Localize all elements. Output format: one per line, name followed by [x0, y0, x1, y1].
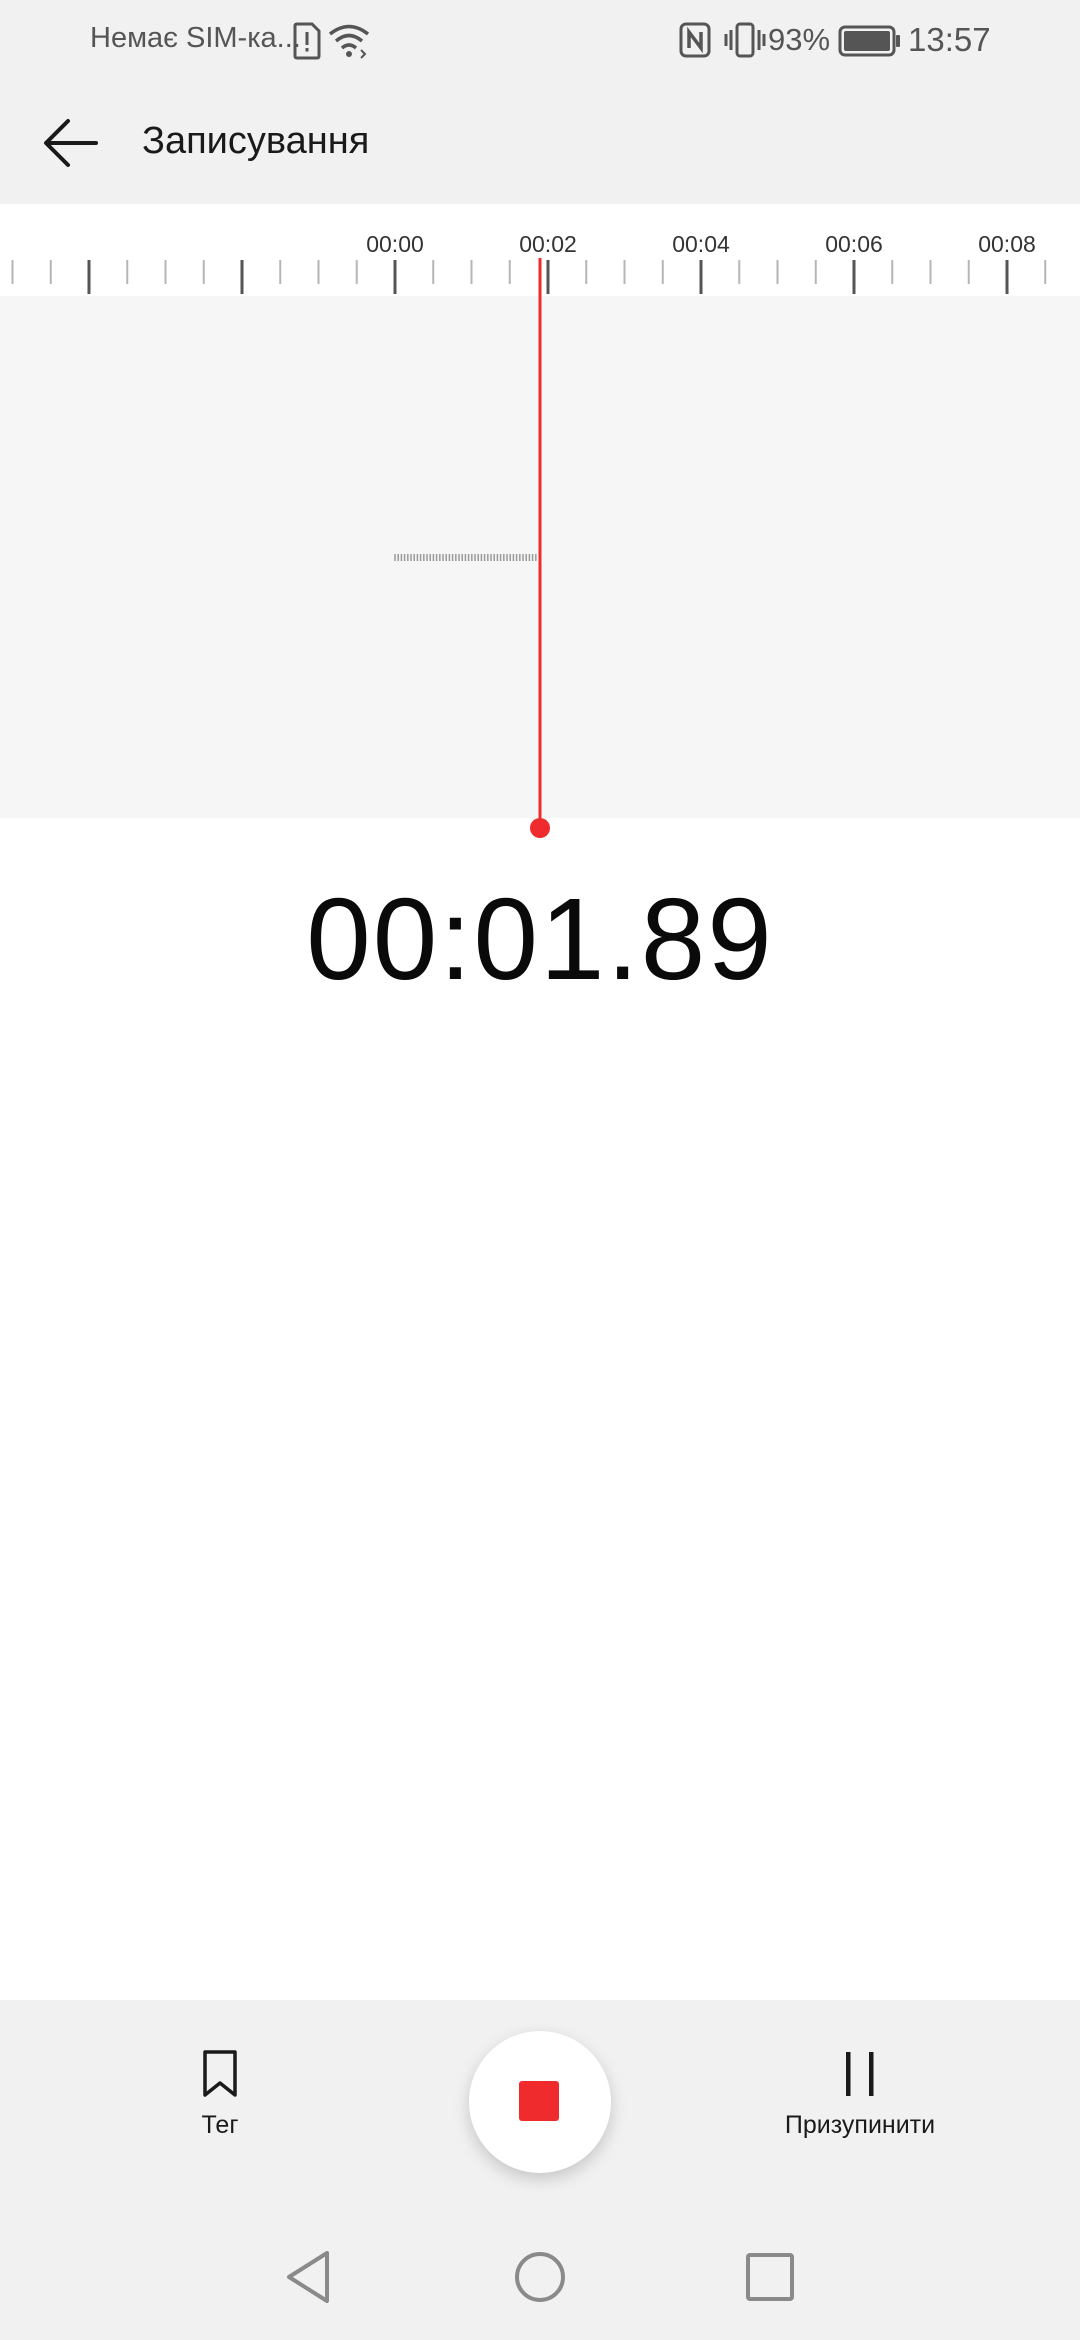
timeline-ruler[interactable]: 00:00 00:02 00:04 00:06 00:08: [0, 204, 1080, 296]
timeline-label: 00:04: [672, 231, 730, 257]
status-bar: Немає SIM-ка... 93% 13:57: [0, 0, 1080, 82]
nav-home-icon[interactable]: [510, 2247, 570, 2307]
pause-button[interactable]: Призупинити: [760, 2048, 960, 2140]
battery-icon: [838, 25, 900, 57]
ruler-ticks: 00:00 00:02 00:04 00:06 00:08: [11, 231, 1047, 294]
wifi-icon: [328, 24, 370, 59]
stop-icon: [519, 2081, 559, 2121]
recording-controls: Тег Призупинити: [0, 2000, 1080, 2214]
tag-button[interactable]: Тег: [150, 2048, 290, 2140]
clock: 13:57: [908, 21, 991, 58]
battery-percent: 93%: [768, 22, 831, 57]
pause-icon: [846, 2052, 874, 2096]
timeline-label: 00:00: [366, 231, 424, 257]
vibrate-icon: [724, 22, 766, 58]
page-title: Записування: [142, 120, 370, 162]
timeline-label: 00:02: [519, 231, 577, 257]
app-bar: Записування: [0, 82, 1080, 204]
waveform-area[interactable]: [0, 296, 1080, 818]
arrow-left-icon[interactable]: [38, 112, 104, 174]
bookmark-icon: [203, 2050, 237, 2097]
nav-recents-icon[interactable]: [740, 2247, 800, 2307]
tag-label: Тег: [201, 2111, 239, 2139]
pause-label: Призупинити: [784, 2111, 936, 2139]
timeline-label: 00:08: [978, 231, 1036, 257]
sim-alert-icon: [293, 22, 321, 60]
stop-button[interactable]: [469, 2031, 611, 2173]
waveform: [394, 554, 537, 561]
nfc-icon: [679, 22, 711, 58]
navigation-bar: [0, 2214, 1080, 2340]
elapsed-time: 00:01.89: [306, 874, 774, 1004]
carrier-label: Немає SIM-ка...: [90, 22, 301, 54]
timeline-label: 00:06: [825, 231, 883, 257]
nav-back-icon[interactable]: [278, 2247, 338, 2307]
